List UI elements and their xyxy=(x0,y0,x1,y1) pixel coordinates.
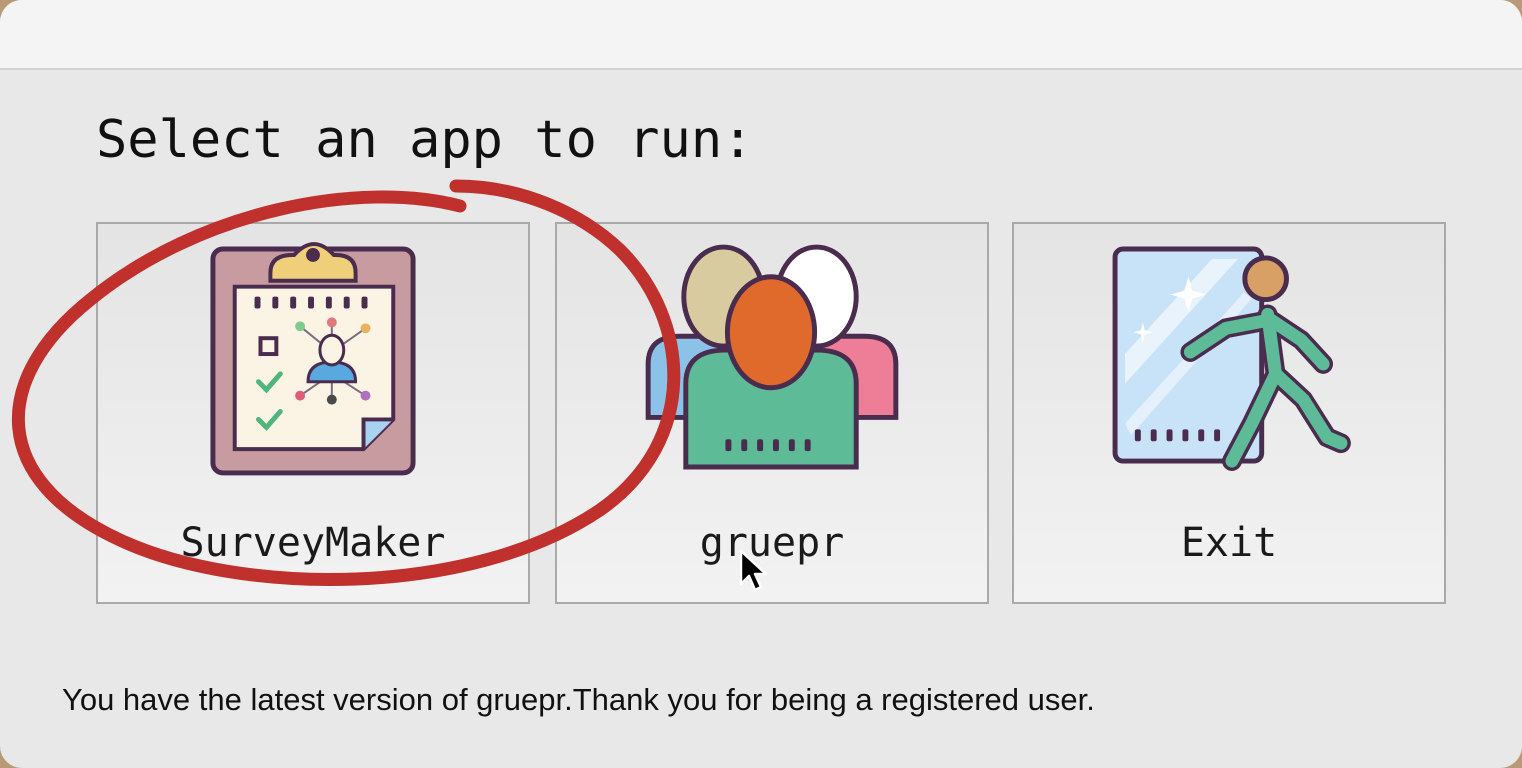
exit-button[interactable]: Exit xyxy=(1012,222,1446,604)
gruepr-label: gruepr xyxy=(699,520,845,566)
exit-label: Exit xyxy=(1180,520,1278,566)
surveymaker-button[interactable]: SurveyMaker xyxy=(96,222,530,604)
gruepr-button[interactable]: gruepr xyxy=(555,222,989,604)
surveymaker-label: SurveyMaker xyxy=(180,520,446,566)
launcher-window: Select an app to run: SurveyMaker gruepr… xyxy=(0,0,1522,768)
people-group-icon xyxy=(645,244,899,470)
prompt-label: Select an app to run: xyxy=(96,110,754,170)
exit-door-icon xyxy=(1112,246,1351,471)
mouse-cursor-icon xyxy=(739,549,768,592)
clipboard-survey-icon xyxy=(210,242,416,476)
title-bar[interactable] xyxy=(0,0,1522,70)
status-message: You have the latest version of gruepr.Th… xyxy=(62,682,1095,717)
